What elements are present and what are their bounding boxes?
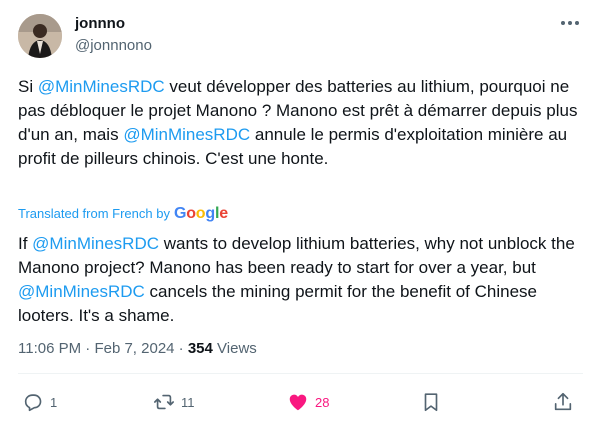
bookmark-button[interactable] bbox=[420, 391, 442, 413]
tweet-date[interactable]: Feb 7, 2024 bbox=[94, 340, 174, 357]
more-options-icon[interactable] bbox=[558, 16, 582, 30]
author-handle[interactable]: @jonnnono bbox=[75, 37, 152, 55]
views-label: Views bbox=[217, 340, 257, 357]
mention-link[interactable]: @MinMinesRDC bbox=[32, 234, 159, 253]
heart-icon bbox=[289, 394, 307, 411]
avatar[interactable] bbox=[18, 14, 62, 58]
tweet-translated-text: If @MinMinesRDC wants to develop lithium… bbox=[18, 232, 583, 328]
repost-count: 11 bbox=[181, 394, 195, 410]
views-count: 354 bbox=[187, 340, 213, 357]
tweet-text-segment: If bbox=[18, 234, 33, 253]
reply-icon bbox=[24, 394, 42, 412]
share-button[interactable] bbox=[552, 391, 574, 413]
reply-count: 1 bbox=[50, 394, 58, 410]
reply-button[interactable]: 1 bbox=[22, 391, 57, 413]
tweet-metadata: 11:06 PM · Feb 7, 2024 · 354 Views bbox=[18, 339, 257, 359]
meta-separator: · bbox=[85, 340, 91, 357]
translation-attribution[interactable]: Translated from French by Google bbox=[18, 205, 228, 223]
bookmark-icon bbox=[424, 393, 438, 412]
repost-icon bbox=[154, 394, 174, 410]
avatar-image bbox=[18, 14, 62, 58]
author-display-name[interactable]: jonnno bbox=[75, 15, 125, 33]
share-icon bbox=[554, 392, 572, 411]
meta-separator: · bbox=[178, 340, 184, 357]
google-logo: Google bbox=[173, 205, 228, 222]
like-button[interactable]: 28 bbox=[287, 391, 329, 413]
mention-link[interactable]: @MinMinesRDC bbox=[123, 125, 250, 144]
mention-link[interactable]: @MinMinesRDC bbox=[18, 282, 145, 301]
like-count: 28 bbox=[315, 394, 330, 410]
tweet-original-text: Si @MinMinesRDC veut développer des batt… bbox=[18, 75, 583, 171]
divider bbox=[18, 373, 583, 374]
tweet-time[interactable]: 11:06 PM bbox=[18, 340, 81, 357]
translation-label: Translated from French by bbox=[18, 206, 170, 221]
tweet-text-segment: Si bbox=[18, 77, 38, 96]
repost-button[interactable]: 11 bbox=[153, 391, 195, 413]
mention-link[interactable]: @MinMinesRDC bbox=[38, 77, 165, 96]
